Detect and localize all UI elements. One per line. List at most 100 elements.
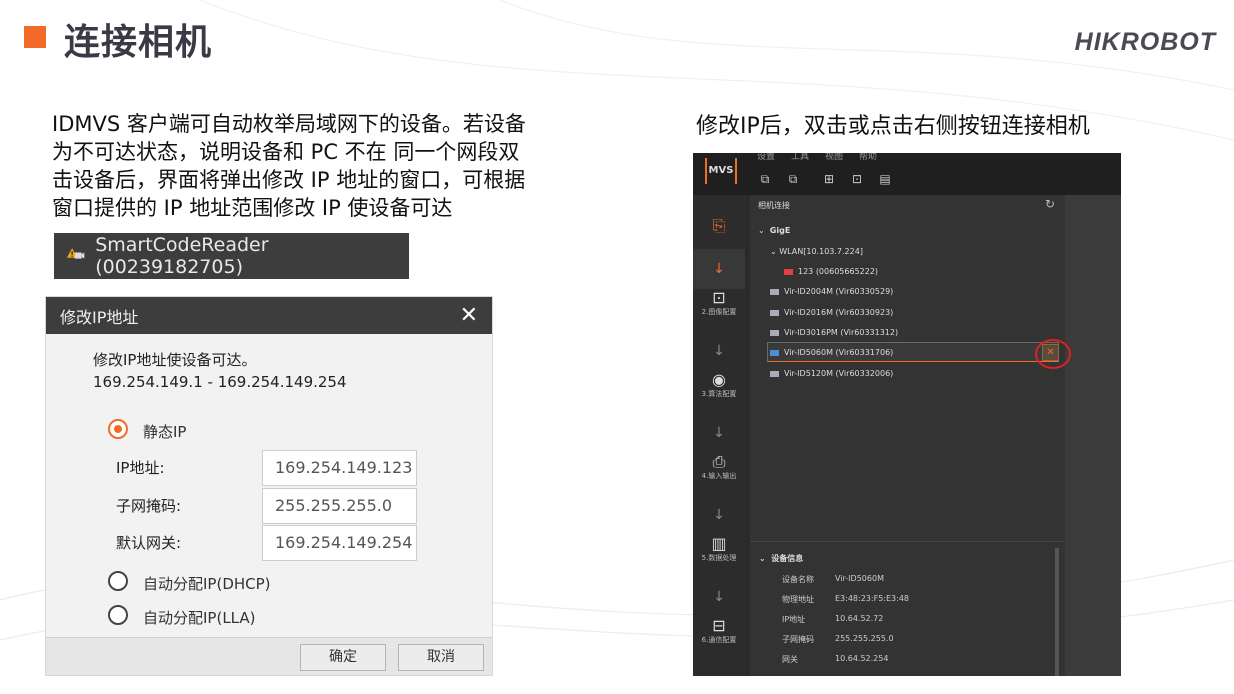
tree-nic[interactable]: ⌄ WLAN[10.103.7.224] <box>770 247 863 256</box>
warning-camera-icon <box>66 248 85 259</box>
sidebar-item-camera-link[interactable]: ⎘ <box>693 217 745 235</box>
right-description: 修改IP后，双击或点击右侧按钮连接相机 <box>696 114 1090 139</box>
sidebar-item-algorithm[interactable]: ◉ 3.算法配置 <box>693 371 745 399</box>
clipboard-icon[interactable]: ▤ <box>877 172 893 186</box>
app-toolbar: MVS 设置 工具 视图 帮助 ⧉ ⧉ ⊞ ⊡ ▤ <box>693 153 1121 195</box>
camera-icon <box>770 370 779 377</box>
io-icon: ⎙ <box>712 452 726 471</box>
cancel-button[interactable]: 取消 <box>398 644 484 671</box>
camera-icon <box>770 329 779 336</box>
tree-device[interactable]: Vir-ID3016PM (Vir60331312) <box>770 328 898 337</box>
chevron-down-icon: ⌄ <box>758 226 765 235</box>
chart-icon[interactable]: ⊡ <box>849 172 865 186</box>
menu-settings[interactable]: 设置 <box>757 153 775 162</box>
add-device-icon[interactable]: ⧉ <box>757 172 773 186</box>
dialog-header: 修改IP地址 ✕ <box>46 297 492 334</box>
description-line: 窗口提供的 IP 地址范围修改 IP 使设备可达 <box>52 196 453 220</box>
info-value: E3:48:23:F5:E3:48 <box>835 594 909 603</box>
down-arrow-icon: ↓ <box>713 507 725 523</box>
refresh-icon[interactable]: ↻ <box>1045 197 1055 211</box>
sidebar-label: 6.通信配置 <box>701 636 737 644</box>
algorithm-icon: ◉ <box>712 370 726 389</box>
tree-device-unreachable[interactable]: 123 (00605665222) <box>784 267 878 276</box>
idmvs-app-window: MVS 设置 工具 视图 帮助 ⧉ ⧉ ⊞ ⊡ ▤ ⎘ ↓ ⊡ 2.图像配置 ↓… <box>693 153 1121 676</box>
static-ip-label: 静态IP <box>143 423 187 441</box>
info-value: 255.255.255.0 <box>835 634 894 643</box>
image-settings-icon: ⊡ <box>712 288 726 307</box>
sidebar-item-io[interactable]: ⎙ 4.输入输出 <box>693 453 745 481</box>
highlight-circle <box>1035 339 1071 369</box>
device-info-title: ⌄ 设备信息 <box>759 554 804 563</box>
tree-group-gige[interactable]: ⌄ GigE <box>758 226 790 235</box>
down-arrow-icon: ↓ <box>713 343 725 359</box>
barcode-icon: ▥ <box>711 534 727 553</box>
modify-ip-dialog: 修改IP地址 ✕ 修改IP地址使设备可达。 169.254.149.1 - 16… <box>45 296 493 676</box>
sidebar-item-communication[interactable]: ⊟ 6.通信配置 <box>693 617 745 645</box>
dialog-title: 修改IP地址 <box>60 307 139 327</box>
description-line: IDMVS 客户端可自动枚举局域网下的设备。若设备 <box>52 112 526 136</box>
brand-logo: HIKROBOT <box>1074 28 1216 56</box>
ip-range: 169.254.149.1 - 169.254.149.254 <box>93 373 347 391</box>
layout-icon[interactable]: ⊞ <box>821 172 837 186</box>
down-arrow-icon: ↓ <box>713 425 725 441</box>
lla-label: 自动分配IP(LLA) <box>143 609 256 627</box>
static-ip-radio[interactable] <box>108 419 128 439</box>
gateway-label: 默认网关: <box>116 534 182 552</box>
left-description: IDMVS 客户端可自动枚举局域网下的设备。若设备 为不可达状态，说明设备和 P… <box>52 110 612 222</box>
info-value: 10.64.52.72 <box>835 614 884 623</box>
camera-icon <box>770 288 779 295</box>
chevron-down-icon: ⌄ <box>770 247 777 256</box>
workflow-sidebar: ⎘ ↓ ⊡ 2.图像配置 ↓ ◉ 3.算法配置 ↓ ⎙ 4.输入输出 ↓ ▥ 5… <box>693 195 745 676</box>
app-logo: MVS <box>705 158 737 184</box>
camera-icon <box>770 349 779 356</box>
dhcp-label: 自动分配IP(DHCP) <box>143 575 271 593</box>
title-accent-square <box>24 26 46 48</box>
sidebar-item-image-config[interactable]: ⊡ 2.图像配置 <box>693 289 745 317</box>
sidebar-label: 4.输入输出 <box>701 472 737 480</box>
network-icon: ⊟ <box>712 616 726 635</box>
dialog-hint: 修改IP地址使设备可达。 <box>93 351 257 369</box>
info-value: Vir-ID5060M <box>835 574 884 583</box>
info-key: 物理地址 <box>782 595 814 604</box>
subnet-mask-field[interactable]: 255.255.255.0 <box>262 488 417 524</box>
ip-address-label: IP地址: <box>116 459 165 477</box>
close-icon[interactable]: ✕ <box>460 304 478 327</box>
sidebar-label: 3.算法配置 <box>701 390 737 398</box>
info-key: 设备名称 <box>782 575 814 584</box>
right-column <box>1065 195 1121 676</box>
down-arrow-icon: ↓ <box>713 589 725 605</box>
copy-device-icon[interactable]: ⧉ <box>785 172 801 186</box>
gateway-field[interactable]: 169.254.149.254 <box>262 525 417 561</box>
description-line: 击设备后，界面将弹出修改 IP 地址的窗口，可根据 <box>52 168 526 192</box>
menu-tools[interactable]: 工具 <box>791 153 809 162</box>
info-key: 网关 <box>782 655 798 664</box>
scrollbar[interactable] <box>1055 548 1059 676</box>
page-title: 连接相机 <box>64 22 213 63</box>
sidebar-item-data-processing[interactable]: ▥ 5.数据处理 <box>693 535 745 563</box>
dialog-footer: 确定 取消 <box>46 637 492 675</box>
panel-title: 相机连接 <box>758 201 790 210</box>
tree-device[interactable]: Vir-ID2016M (Vir60330923) <box>770 308 893 317</box>
down-arrow-icon: ↓ <box>713 261 725 277</box>
ip-address-field[interactable]: 169.254.149.123 <box>262 450 417 486</box>
device-list-item[interactable]: SmartCodeReader (00239182705) <box>54 233 409 279</box>
info-value: 10.64.52.254 <box>835 654 889 663</box>
menu-help[interactable]: 帮助 <box>859 153 877 162</box>
ok-button[interactable]: 确定 <box>300 644 386 671</box>
description-line: 为不可达状态，说明设备和 PC 不在 同一个网段双 <box>52 140 520 164</box>
camera-link-icon: ⎘ <box>712 216 726 235</box>
tree-device[interactable]: Vir-ID2004M (Vir60330529) <box>770 287 893 296</box>
dhcp-radio[interactable] <box>108 571 128 591</box>
subnet-mask-label: 子网掩码: <box>116 497 182 515</box>
tree-device[interactable]: Vir-ID5120M (Vir60332006) <box>770 369 893 378</box>
sidebar-label: 2.图像配置 <box>701 308 737 316</box>
info-key: 子网掩码 <box>782 635 814 644</box>
info-key: IP地址 <box>782 615 806 624</box>
camera-error-icon <box>784 268 793 275</box>
sidebar-label: 5.数据处理 <box>701 554 737 562</box>
divider <box>750 541 1065 542</box>
lla-radio[interactable] <box>108 605 128 625</box>
tree-device-selected[interactable]: Vir-ID5060M (Vir60331706) <box>770 348 893 357</box>
device-name: SmartCodeReader (00239182705) <box>95 234 269 278</box>
menu-view[interactable]: 视图 <box>825 153 843 162</box>
